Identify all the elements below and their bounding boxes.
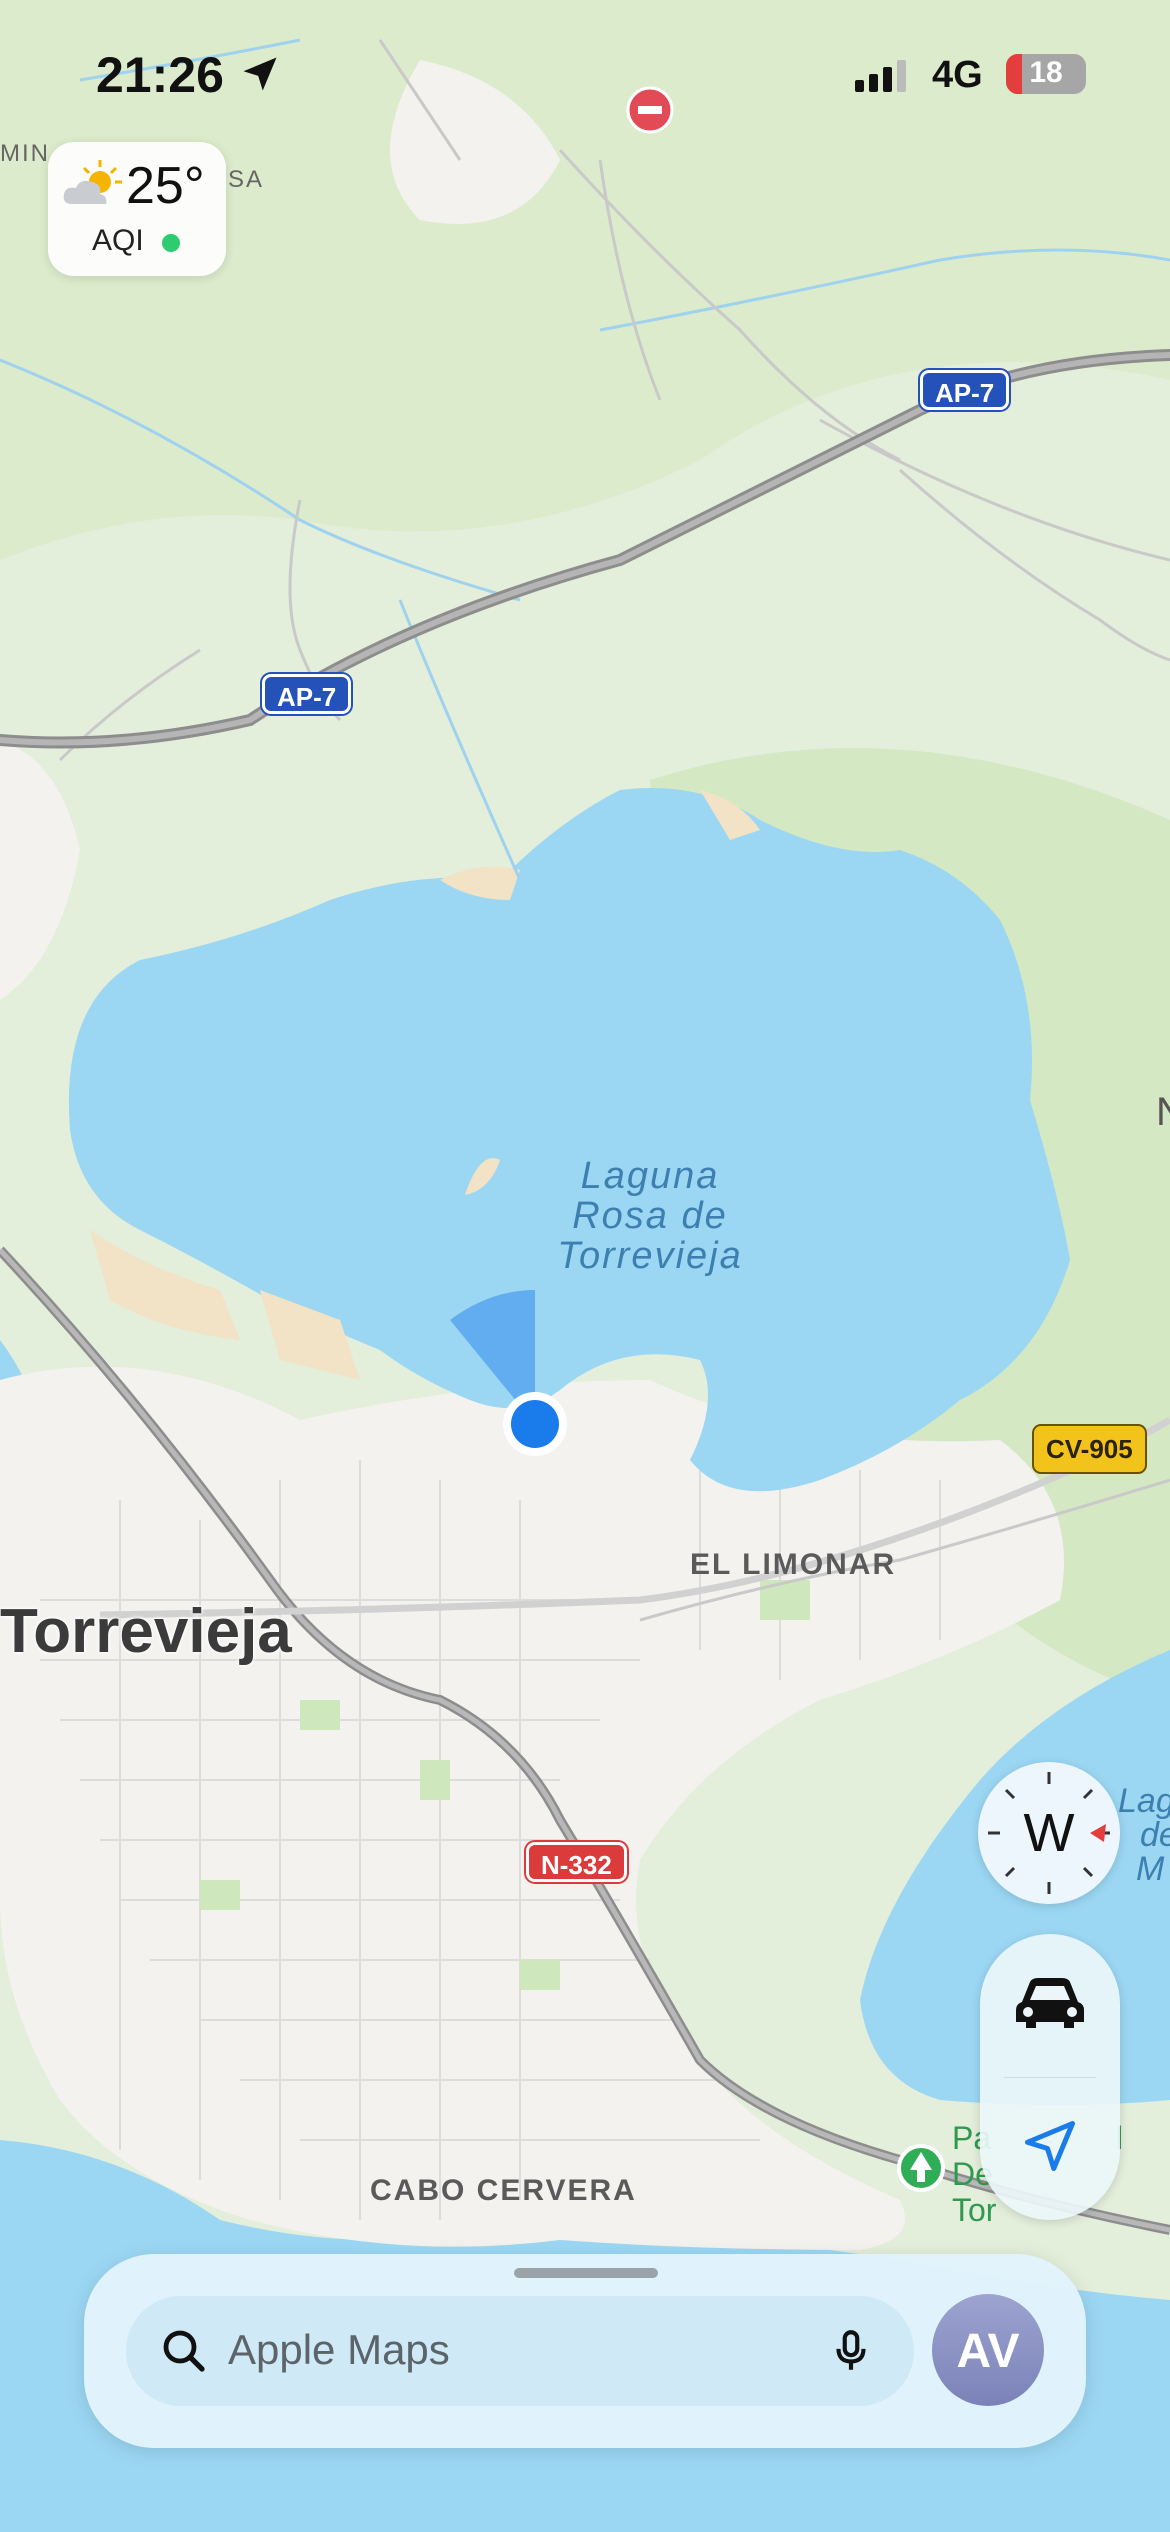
search-field[interactable]: Apple Maps <box>126 2296 914 2406</box>
compass-heading: W <box>1023 1803 1075 1863</box>
sheet-grabber[interactable] <box>514 2268 658 2278</box>
road-shield-ap7-north: AP-7 <box>920 370 1010 410</box>
location-arrow-icon <box>1020 2116 1080 2181</box>
microphone-icon[interactable] <box>826 2326 876 2381</box>
road-shield-cv905: CV-905 <box>1032 1424 1147 1474</box>
district-label-cabo-cervera[interactable]: CABO CERVERA <box>370 2174 637 2208</box>
lake-label-line-1: Laguna <box>580 1155 720 1197</box>
map-edge-label-laguna-2: de <box>1140 1816 1170 1854</box>
avatar-initials: AV <box>956 2325 1020 2378</box>
lake-label-line-3: Torrevieja <box>557 1235 743 1277</box>
aqi-label: AQI <box>92 224 144 257</box>
divider <box>1004 2077 1096 2078</box>
location-services-icon <box>238 52 282 101</box>
account-avatar[interactable]: AV <box>932 2294 1044 2406</box>
aqi-status-dot <box>162 234 180 252</box>
status-time: 21:26 <box>96 47 224 103</box>
map-edge-label-laguna-3: M <box>1136 1850 1165 1888</box>
map-edge-label-laguna-1: Lag <box>1118 1782 1170 1820</box>
status-bar: 21:26 4G 18 <box>0 40 1170 110</box>
search-sheet[interactable]: Apple Maps AV <box>84 2254 1086 2448</box>
road-shield-n332: N-332 <box>526 1842 627 1882</box>
transport-mode-button[interactable] <box>980 1934 1120 2074</box>
map-edge-label-min: MIN <box>0 140 50 167</box>
cellular-signal-icon <box>855 58 911 99</box>
battery-indicator: 18 <box>1006 54 1086 94</box>
lake-label[interactable]: Laguna Rosa de Torrevieja <box>520 1156 780 1276</box>
weather-widget[interactable]: 25° AQI <box>48 142 226 276</box>
map-controls-panel <box>980 1934 1120 2220</box>
partly-sunny-icon <box>60 158 126 213</box>
battery-percentage: 18 <box>1029 56 1063 89</box>
city-label-torrevieja[interactable]: Torrevieja <box>0 1596 292 1667</box>
road-shield-ap7-west: AP-7 <box>262 674 352 714</box>
car-icon <box>1014 1972 1086 2037</box>
network-type: 4G <box>932 54 983 96</box>
weather-temperature: 25° <box>126 157 205 215</box>
search-icon <box>160 2327 208 2380</box>
map-edge-label-sa: SA <box>228 166 265 193</box>
compass-button[interactable]: W <box>978 1762 1120 1904</box>
map-edge-label-laguna: Lag de M <box>1118 1784 1170 1886</box>
district-label-el-limonar[interactable]: EL LIMONAR <box>690 1548 896 1582</box>
lake-label-line-2: Rosa de <box>572 1195 728 1237</box>
search-input[interactable]: Apple Maps <box>228 2326 450 2374</box>
current-location-button[interactable] <box>980 2080 1120 2220</box>
map-edge-label-n: N <box>1156 1090 1170 1135</box>
